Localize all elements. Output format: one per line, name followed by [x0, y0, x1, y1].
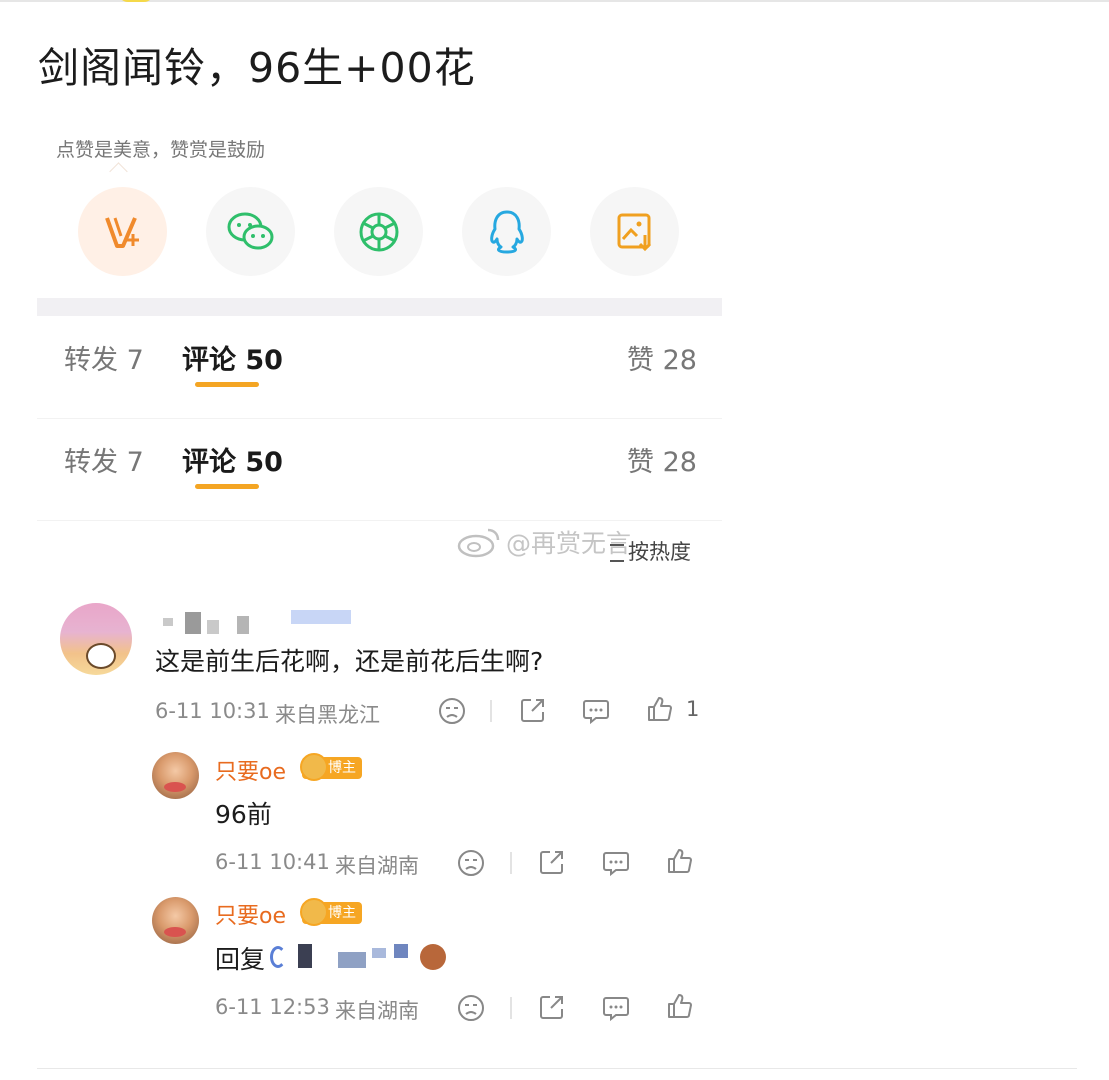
reward-button[interactable]	[78, 187, 167, 276]
tab-bar-primary: 转发 7 评论 50 赞 28	[37, 318, 722, 419]
save-image-icon	[617, 213, 651, 251]
bottom-divider	[37, 1068, 1077, 1069]
share-icon	[521, 699, 544, 722]
tab-comment[interactable]: 评论 50	[182, 338, 283, 377]
badge-label: 博主	[328, 760, 356, 776]
post-title: 剑阁闻铃，96生+00花	[38, 44, 476, 92]
avatar-figure	[86, 643, 116, 669]
reply-text: 96前	[215, 800, 272, 829]
sort-toggle[interactable]: 按热度	[610, 536, 691, 566]
tab-repost[interactable]: 转发 7	[64, 440, 144, 479]
qq-button[interactable]	[462, 187, 551, 276]
moments-button[interactable]	[334, 187, 423, 276]
tab-like[interactable]: 赞 28	[627, 338, 697, 377]
action-divider	[490, 700, 492, 722]
sort-icon	[610, 544, 624, 562]
moments-icon	[359, 212, 398, 251]
hint-caret	[109, 162, 128, 181]
reply-button[interactable]	[602, 994, 630, 1022]
like-button[interactable]	[666, 992, 694, 1020]
dislike-face-icon	[439, 698, 465, 724]
reply-button[interactable]	[602, 849, 630, 877]
weibo-logo-icon	[457, 528, 500, 558]
tab-active-indicator	[195, 484, 259, 489]
wechat-button[interactable]	[206, 187, 295, 276]
reply-author[interactable]: 只要oe	[215, 898, 286, 930]
avatar-detail	[164, 927, 186, 937]
like-count: 1	[686, 697, 700, 721]
author-badge: 博主	[300, 898, 362, 926]
reward-icon	[104, 216, 139, 248]
badge-avatar-icon	[300, 898, 328, 926]
sort-label: 按热度	[628, 540, 691, 564]
tab-like[interactable]: 赞 28	[627, 440, 697, 479]
dislike-button[interactable]	[438, 697, 466, 725]
tab-bar-sticky: 转发 7 评论 50 赞 28	[37, 420, 722, 521]
avatar-detail	[164, 782, 186, 792]
comment-bubble-icon	[603, 997, 629, 1022]
reply-time: 6-11 10:41	[215, 850, 330, 874]
share-button[interactable]	[538, 993, 566, 1021]
dislike-button[interactable]	[457, 849, 485, 877]
dislike-button[interactable]	[457, 994, 485, 1022]
author-badge: 博主	[300, 753, 362, 781]
section-separator	[37, 298, 722, 316]
badge-label: 博主	[328, 905, 356, 921]
comment-text: 这是前生后花啊，还是前花后生啊?	[155, 647, 544, 676]
comment-bubble-icon	[583, 700, 609, 725]
dislike-face-icon	[458, 995, 484, 1021]
reply-author[interactable]: 只要oe	[215, 754, 286, 786]
qq-icon	[489, 210, 524, 253]
avatar[interactable]	[60, 603, 132, 675]
thumbs-up-icon	[648, 697, 672, 721]
comment-time: 6-11 10:31	[155, 699, 270, 723]
action-divider	[510, 852, 512, 874]
badge-avatar-icon	[300, 753, 328, 781]
reply-mention-pixelated[interactable]	[268, 940, 458, 974]
share-hint: 点赞是美意，赞赏是鼓励	[56, 139, 266, 161]
tab-repost[interactable]: 转发 7	[64, 338, 144, 377]
share-icon	[540, 851, 563, 874]
like-button[interactable]	[666, 847, 694, 875]
save-image-button[interactable]	[590, 187, 679, 276]
like-button[interactable]: 1	[646, 695, 699, 723]
reply-time: 6-11 12:53	[215, 995, 330, 1019]
dislike-face-icon	[458, 850, 484, 876]
action-divider	[510, 997, 512, 1019]
watermark: @再赏无言	[456, 524, 631, 560]
reply-location: 来自湖南	[335, 999, 419, 1023]
wechat-icon	[227, 212, 273, 249]
reply-location: 来自湖南	[335, 854, 419, 878]
share-panel: 点赞是美意，赞赏是鼓励	[37, 125, 722, 300]
reply-button[interactable]	[582, 697, 610, 725]
share-icon-row	[78, 187, 679, 276]
reply-text: 回复	[215, 945, 266, 974]
share-button[interactable]	[519, 696, 547, 724]
tab-active-indicator	[195, 382, 259, 387]
comment-location: 来自黑龙江	[275, 703, 380, 727]
username-pixelated[interactable]	[163, 608, 353, 634]
thumbs-up-icon	[668, 849, 692, 873]
top-divider	[0, 0, 1109, 2]
thumbs-up-icon	[668, 994, 692, 1018]
share-icon	[540, 996, 563, 1019]
share-button[interactable]	[538, 848, 566, 876]
tab-comment[interactable]: 评论 50	[182, 440, 283, 479]
reply-avatar[interactable]	[152, 897, 199, 944]
reply-avatar[interactable]	[152, 752, 199, 799]
comment-bubble-icon	[603, 852, 629, 877]
